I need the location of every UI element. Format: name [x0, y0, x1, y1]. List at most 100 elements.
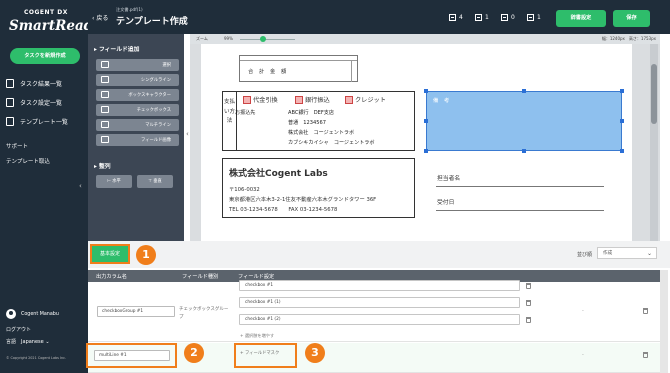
- sidebar-item-label: タスク設定一覧: [20, 99, 63, 107]
- sort-order-label: 並び順: [577, 252, 593, 258]
- form-underline: [436, 186, 604, 187]
- sort-order-select[interactable]: 作成 ⌄: [597, 247, 657, 259]
- cursor-icon: [101, 61, 109, 68]
- document-icon: [6, 78, 14, 88]
- add-option-button[interactable]: + 選択肢を増やす: [240, 333, 274, 339]
- sidebar: COGENT DX SmartRead タスクを新規作成 タスク結果一覧 タスク…: [0, 0, 93, 373]
- user-name: Cogent Manabu: [21, 311, 59, 317]
- resize-handle[interactable]: [424, 89, 428, 93]
- resize-handle[interactable]: [522, 89, 526, 93]
- canvas-toolbar: ズーム 99% 幅：1240px 高さ：1753px: [190, 34, 660, 44]
- checkbox-count-icon: [475, 14, 482, 21]
- trash-icon[interactable]: [526, 317, 531, 323]
- settings-scrollbar[interactable]: [660, 270, 668, 373]
- resize-handle[interactable]: [620, 149, 624, 153]
- resize-handle[interactable]: [522, 149, 526, 153]
- align-vertical-button[interactable]: ⊤ 垂直: [137, 175, 173, 188]
- sidebar-item-task-settings[interactable]: タスク設定一覧: [6, 96, 62, 108]
- brand-subtitle: COGENT DX: [24, 9, 68, 16]
- sidebar-item-task-results[interactable]: タスク結果一覧: [6, 77, 62, 89]
- column-name-input[interactable]: checkboxGroup #1: [97, 306, 175, 317]
- collapse-sidebar-icon[interactable]: ‹: [79, 182, 82, 190]
- brand-logo[interactable]: SmartRead: [9, 18, 93, 34]
- sidebar-item-templates[interactable]: テンプレート一覧: [6, 115, 68, 127]
- stat-checkbox: 1: [475, 14, 489, 21]
- option-input[interactable]: checkbox #1: [239, 280, 520, 291]
- option-input[interactable]: checkbox #1 (1): [239, 297, 520, 308]
- page-title: テンプレート作成: [116, 17, 188, 27]
- stat-multiline: 1: [527, 14, 541, 21]
- trash-icon[interactable]: [643, 352, 648, 358]
- form-label-date: 受付日: [437, 200, 455, 206]
- sidebar-item-label: タスク結果一覧: [20, 80, 63, 88]
- zoom-slider-handle[interactable]: [260, 36, 266, 42]
- logout-link[interactable]: ログアウト: [6, 326, 31, 333]
- breadcrumb: 注文書.pdf(1): [116, 7, 143, 12]
- total-amount-box: 合 計 金 額: [239, 55, 358, 82]
- sidebar-item-template-import[interactable]: テンプレート取込: [6, 157, 50, 165]
- settings-list-icon: [6, 97, 14, 107]
- checkbox-field-icon: [243, 95, 251, 104]
- multiline-count-icon: [527, 14, 534, 21]
- sidebar-item-support[interactable]: サポート: [6, 142, 28, 150]
- stat-box-char: 0: [501, 14, 515, 21]
- selected-multiline-field[interactable]: 備 考: [426, 91, 622, 151]
- company-box: 株式会社Cogent Labs 〒106-0032 東京都港区六本木3-2-1住…: [222, 158, 415, 218]
- back-button[interactable]: ‹ 戻る: [92, 13, 108, 22]
- language-value: Japanese: [21, 339, 44, 345]
- divider: [351, 60, 352, 82]
- callout-highlight-3: [234, 343, 297, 368]
- tool-single-line[interactable]: シングルライン: [96, 74, 179, 86]
- sidebar-item-label: テンプレート一覧: [20, 118, 68, 126]
- company-line: TEL 03-1234-5678 FAX 03-1234-5678: [229, 207, 338, 213]
- checkbox-cash-on-delivery[interactable]: 代金引換: [243, 95, 278, 104]
- option-input[interactable]: checkbox #1 (2): [239, 314, 520, 325]
- top-bar: ‹ 戻る 注文書.pdf(1) テンプレート作成 4 1 0 1 辞書設定 保存: [88, 0, 670, 34]
- notes-label: 備 考: [433, 98, 452, 104]
- resize-handle[interactable]: [620, 89, 624, 93]
- chevron-down-icon: ⌄: [646, 250, 652, 257]
- tool-box-character[interactable]: ボックスキャラクター: [96, 89, 179, 101]
- checkbox-field-icon: [345, 95, 353, 104]
- bank-line: 株式会社 コージェントラボ: [288, 130, 355, 136]
- collapse-panel-icon[interactable]: ‹: [186, 130, 189, 138]
- zoom-value: 99%: [224, 36, 233, 41]
- checkbox-bank-transfer[interactable]: 銀行振込: [295, 95, 330, 104]
- dictionary-settings-button[interactable]: 辞書設定: [556, 10, 606, 27]
- bank-line: カブシキカイシャ コージェントラボ: [288, 140, 375, 146]
- single-line-icon: [101, 76, 109, 83]
- language-selector[interactable]: 言語 Japanese ⌄: [6, 338, 50, 345]
- bank-line: お振込先: [235, 110, 256, 116]
- tool-select[interactable]: 選択: [96, 59, 179, 71]
- tool-multi-line[interactable]: マルチライン: [96, 119, 179, 131]
- tool-field-image[interactable]: フィールド画像: [96, 134, 179, 146]
- tool-checkbox[interactable]: チェックボックス: [96, 104, 179, 116]
- resize-handle[interactable]: [424, 149, 428, 153]
- trash-icon[interactable]: [643, 308, 648, 314]
- box-char-count-icon: [501, 14, 508, 21]
- zoom-slider[interactable]: [240, 39, 295, 40]
- form-label-person: 担当者名: [437, 176, 461, 182]
- save-button[interactable]: 保存: [613, 10, 650, 27]
- canvas-size: 幅：1240px 高さ：1753px: [601, 36, 656, 41]
- resize-handle[interactable]: [620, 119, 624, 123]
- scrollbar-thumb[interactable]: [651, 64, 657, 124]
- callout-marker-3: 3: [305, 343, 325, 363]
- copyright: © Copyright 2021 Cogent Labs Inc.: [6, 356, 67, 360]
- bank-line: 普通 1234567: [288, 120, 326, 126]
- align-title: ▸ 整列: [94, 164, 111, 170]
- trash-icon[interactable]: [526, 300, 531, 306]
- new-task-button[interactable]: タスクを新規作成: [10, 48, 80, 64]
- canvas-scrollbar[interactable]: [650, 44, 658, 241]
- align-horizontal-button[interactable]: ⊢ 水平: [96, 175, 132, 188]
- language-label: 言語: [6, 339, 17, 345]
- tab-basic-settings[interactable]: 基本設定: [90, 244, 130, 264]
- stat-fields: 4: [449, 14, 463, 21]
- checkbox-credit[interactable]: クレジット: [345, 95, 386, 104]
- template-icon: [6, 116, 14, 126]
- company-line: 〒106-0032: [229, 187, 260, 193]
- bank-line: ABC銀行 DEF支店: [288, 110, 334, 116]
- trash-icon[interactable]: [526, 283, 531, 289]
- chevron-down-icon: ⌄: [45, 339, 50, 345]
- resize-handle[interactable]: [424, 119, 428, 123]
